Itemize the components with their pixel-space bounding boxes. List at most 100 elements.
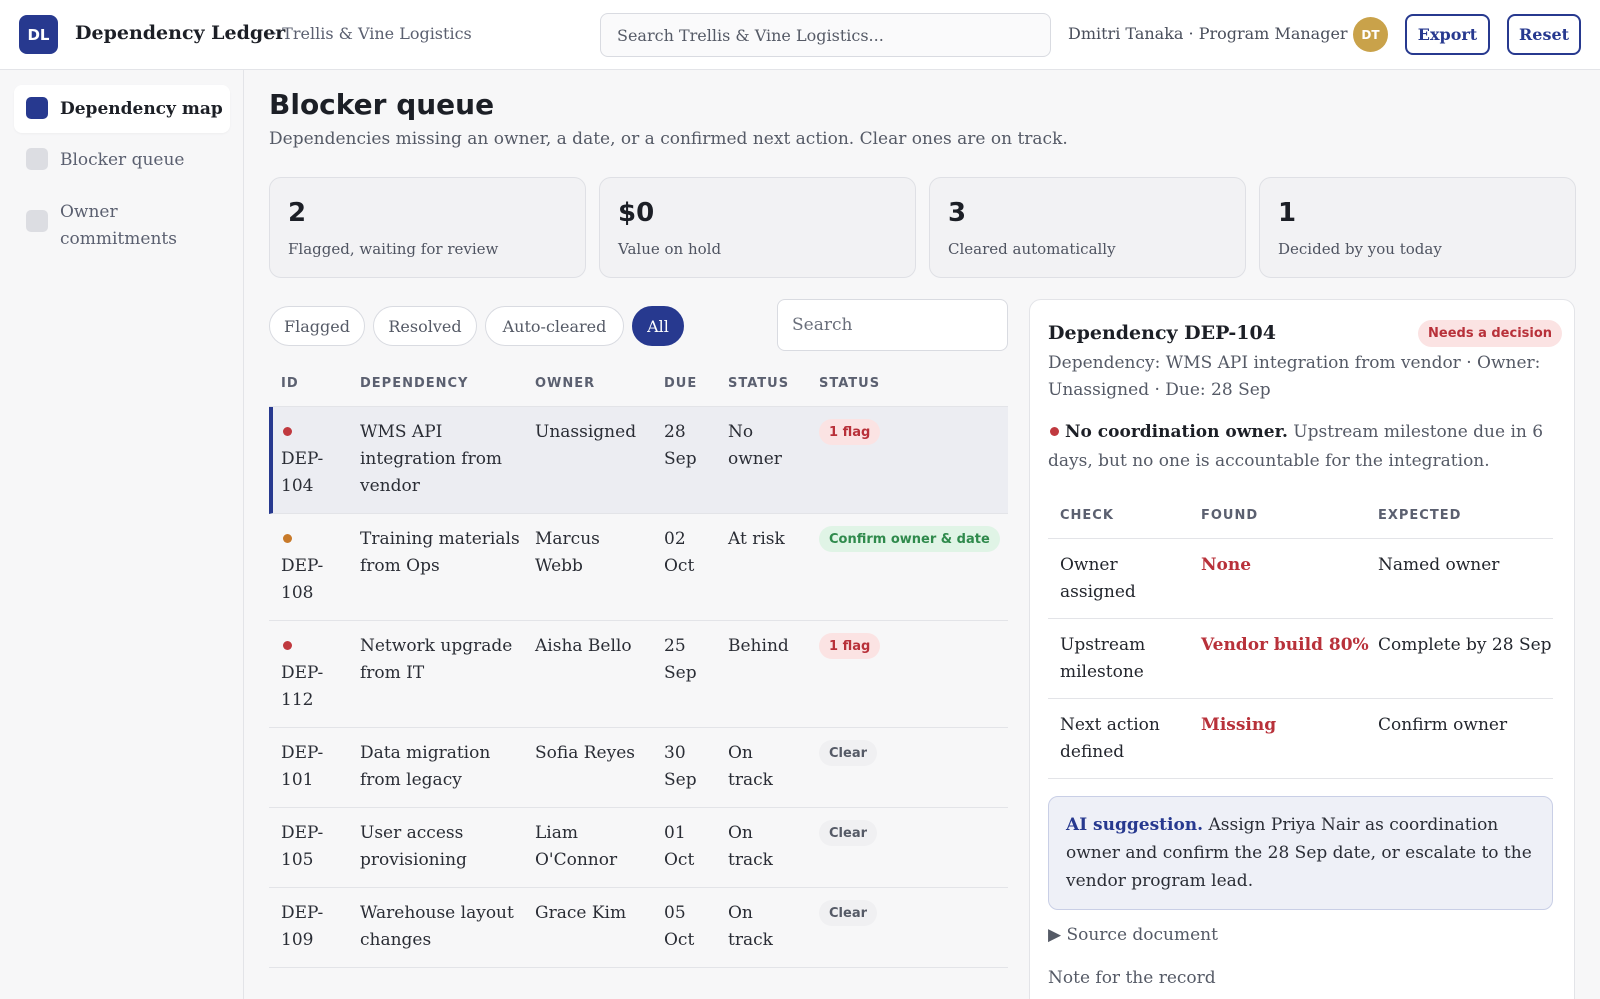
row-due: 25 Sep xyxy=(664,636,697,683)
square-icon xyxy=(26,210,48,232)
row-id: DEP- 109 xyxy=(281,903,324,950)
column-header-found: FOUND xyxy=(1201,508,1259,523)
column-header-status-badge: STATUS xyxy=(819,376,881,391)
row-dependency: Network upgrade from IT xyxy=(360,636,513,683)
row-dependency: User access provisioning xyxy=(360,823,467,870)
table-row[interactable]: DEP- 105 User access provisioning Liam O… xyxy=(269,808,1008,888)
table-row[interactable]: DEP- 112 Network upgrade from IT Aisha B… xyxy=(269,621,1008,728)
stat-card-value-on-hold: $0 Value on hold xyxy=(599,177,916,278)
row-dependency: Data migration from legacy xyxy=(360,743,491,790)
filter-resolved[interactable]: Resolved xyxy=(373,306,477,346)
table-row[interactable]: DEP- 108 Training materials from Ops Mar… xyxy=(269,514,1008,621)
row-due: 02 Oct xyxy=(664,529,695,576)
sidebar: Dependency map Blocker queue Owner commi… xyxy=(0,70,244,999)
check-expected: Named owner xyxy=(1378,555,1500,575)
square-icon xyxy=(26,148,48,170)
column-header-expected: EXPECTED xyxy=(1378,508,1462,523)
page-title: Blocker queue xyxy=(269,88,495,121)
stat-label: Flagged, waiting for review xyxy=(288,240,499,258)
filter-auto-cleared[interactable]: Auto-cleared xyxy=(485,306,624,346)
detail-meta: Dependency: WMS API integration from ven… xyxy=(1048,353,1541,400)
table-row[interactable]: DEP- 101 Data migration from legacy Sofi… xyxy=(269,728,1008,808)
needs-decision-badge: Needs a decision xyxy=(1418,320,1563,347)
column-header-id: ID xyxy=(281,376,299,391)
queue-search-input[interactable] xyxy=(777,299,1008,351)
ai-suggestion: AI suggestion. Assign Priya Nair as coor… xyxy=(1048,796,1553,910)
row-id: DEP- 108 xyxy=(281,556,324,603)
ai-suggestion-label: AI suggestion. xyxy=(1066,815,1204,835)
filter-flagged[interactable]: Flagged xyxy=(269,306,365,346)
reset-button[interactable]: Reset xyxy=(1507,14,1581,55)
filter-all[interactable]: All xyxy=(632,306,684,346)
table-header: ID DEPENDENCY OWNER DUE STATUS STATUS xyxy=(269,364,1008,407)
status-dot xyxy=(283,641,292,650)
detail-title: Dependency DEP-104 xyxy=(1048,322,1276,344)
finding-summary: No coordination owner. Upstream mileston… xyxy=(1048,418,1548,476)
row-id-cell: DEP- 104 xyxy=(281,419,351,500)
row-owner: Sofia Reyes xyxy=(535,743,636,763)
column-header-owner: OWNER xyxy=(535,376,596,391)
stat-value: 2 xyxy=(288,198,307,228)
row-status: On track xyxy=(728,823,773,870)
stat-card-flagged: 2 Flagged, waiting for review xyxy=(269,177,586,278)
column-header-status: STATUS xyxy=(728,376,790,391)
avatar[interactable]: DT xyxy=(1353,17,1388,52)
check-name: Owner assigned xyxy=(1060,555,1136,602)
sidebar-item-dependency-map[interactable]: Dependency map xyxy=(14,85,230,133)
row-due: 28 Sep xyxy=(664,422,697,469)
row-owner: Liam O'Connor xyxy=(535,823,618,870)
stat-value: 1 xyxy=(1278,198,1297,228)
global-search-input[interactable] xyxy=(600,13,1051,57)
column-header-check: CHECK xyxy=(1060,508,1114,523)
check-expected: Confirm owner xyxy=(1378,715,1508,735)
table-row[interactable]: DEP- 104 WMS API integration from vendor… xyxy=(269,407,1008,514)
top-header: DL Dependency Ledger · Trellis & Vine Lo… xyxy=(0,0,1600,70)
alert-dot-icon xyxy=(1050,427,1059,436)
sidebar-item-label: Owner commitments xyxy=(60,202,177,249)
check-row: Upstream milestone Vendor build 80% Comp… xyxy=(1048,619,1553,699)
row-due: 30 Sep xyxy=(664,743,697,790)
org-name: · Trellis & Vine Logistics xyxy=(272,24,472,43)
row-dependency: Training materials from Ops xyxy=(360,529,520,576)
row-id-cell: DEP- 108 xyxy=(281,526,351,607)
stat-label: Decided by you today xyxy=(1278,240,1442,258)
source-document-toggle[interactable]: ▶ Source document xyxy=(1048,925,1218,945)
row-status: On track xyxy=(728,743,773,790)
column-header-dependency: DEPENDENCY xyxy=(360,376,469,391)
check-expected: Complete by 28 Sep xyxy=(1378,635,1552,655)
app-title: Dependency Ledger xyxy=(75,22,286,44)
app-logo: DL xyxy=(19,15,58,54)
status-dot xyxy=(283,427,292,436)
row-id: DEP- 104 xyxy=(281,449,324,496)
row-due: 01 Oct xyxy=(664,823,695,870)
export-button[interactable]: Export xyxy=(1405,14,1490,55)
square-icon xyxy=(26,97,48,119)
check-row: Next action defined Missing Confirm owne… xyxy=(1048,699,1553,779)
user-label: Dmitri Tanaka · Program Manager xyxy=(1068,24,1348,43)
stat-value: 3 xyxy=(948,198,967,228)
row-id-cell: DEP- 112 xyxy=(281,633,351,714)
row-status: At risk xyxy=(728,529,785,549)
check-found: Missing xyxy=(1201,715,1277,735)
check-name: Upstream milestone xyxy=(1060,635,1146,682)
status-dot xyxy=(283,534,292,543)
row-status: No owner xyxy=(728,422,782,469)
sidebar-item-owner-commitments[interactable]: Owner commitments xyxy=(14,188,230,258)
row-id: DEP- 101 xyxy=(281,743,324,790)
status-badge: 1 flag xyxy=(819,633,881,659)
finding-title: No coordination owner. xyxy=(1065,422,1288,442)
status-badge: Clear xyxy=(819,900,877,926)
status-badge: Confirm owner & date xyxy=(819,526,1000,552)
table-row[interactable]: DEP- 109 Warehouse layout changes Grace … xyxy=(269,888,1008,968)
row-id: DEP- 105 xyxy=(281,823,324,870)
page-subtitle: Dependencies missing an owner, a date, o… xyxy=(269,129,1068,149)
check-name: Next action defined xyxy=(1060,715,1160,762)
row-owner: Marcus Webb xyxy=(535,529,600,576)
check-row: Owner assigned None Named owner xyxy=(1048,539,1553,619)
row-dependency: Warehouse layout changes xyxy=(360,903,514,950)
row-owner: Unassigned xyxy=(535,422,637,442)
sidebar-item-label: Blocker queue xyxy=(60,150,185,170)
sidebar-item-blocker-queue[interactable]: Blocker queue xyxy=(14,136,230,184)
row-id: DEP- 112 xyxy=(281,663,324,710)
stat-label: Value on hold xyxy=(618,240,722,258)
